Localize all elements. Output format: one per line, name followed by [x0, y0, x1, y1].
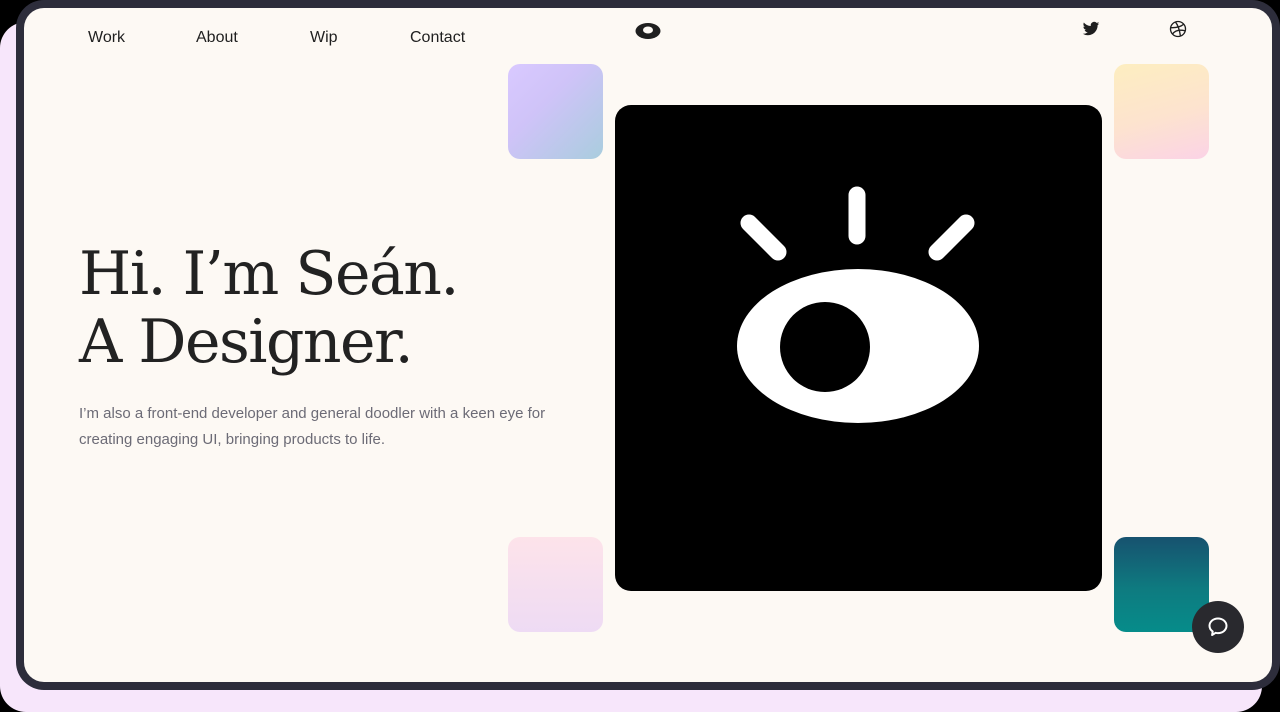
nav-contact[interactable]: Contact — [410, 29, 465, 47]
eye-illustration-card — [615, 105, 1102, 591]
nav-wip[interactable]: Wip — [310, 29, 338, 47]
chat-button[interactable] — [1192, 601, 1244, 653]
eye-illustration-icon — [737, 186, 979, 423]
page: Work About Wip Contact Hi. I’m Seán. A D… — [24, 8, 1272, 682]
gradient-tile-pink — [508, 537, 603, 632]
dribbble-icon[interactable] — [1169, 20, 1187, 38]
twitter-icon[interactable] — [1082, 20, 1100, 38]
hero-subtitle: I’m also a front-end developer and gener… — [79, 405, 546, 448]
gradient-tile-purple — [508, 64, 603, 159]
chat-bubble-icon — [1208, 617, 1228, 636]
gradient-tile-yellow — [1114, 64, 1209, 159]
nav-work[interactable]: Work — [88, 29, 125, 47]
nav-about[interactable]: About — [196, 29, 238, 47]
hero-title-line2: A Designer. — [79, 307, 414, 377]
hero-title: Hi. I’m Seán. A Designer. — [79, 239, 460, 377]
hero-title-line1: Hi. I’m Seán. — [79, 239, 460, 309]
logo-eye-icon[interactable] — [635, 22, 661, 40]
